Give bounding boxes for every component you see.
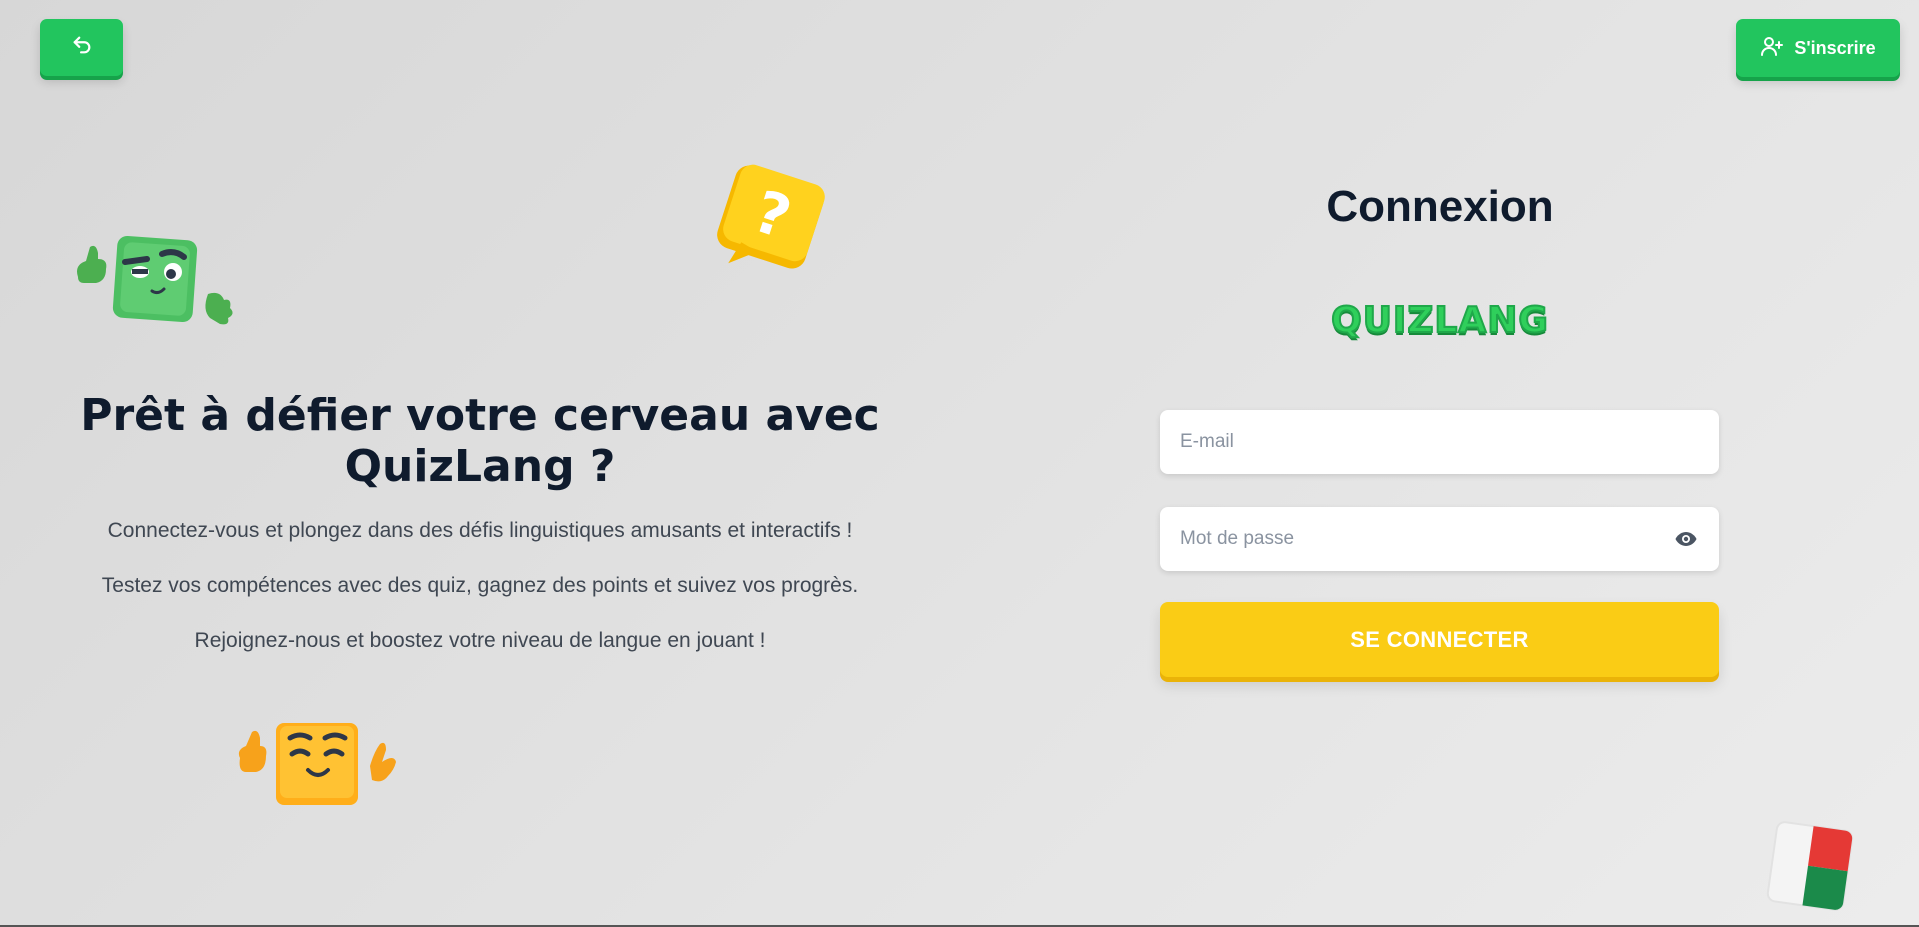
password-field[interactable] [1160,507,1719,571]
eye-icon[interactable] [1673,527,1699,556]
user-plus-icon [1760,34,1784,63]
hero-title: Prêt à défier votre cerveau avec QuizLan… [80,390,880,492]
password-input[interactable] [1160,507,1719,571]
login-submit-button[interactable]: SE CONNECTER [1160,602,1719,677]
madagascar-flag-icon[interactable] [1764,820,1856,917]
hero-section: Prêt à défier votre cerveau avec QuizLan… [60,390,900,681]
green-character-illustration [70,232,240,337]
smiling-character-illustration [230,718,406,813]
hero-paragraph: Rejoignez-nous et boostez votre niveau d… [194,629,766,652]
email-input[interactable] [1160,410,1719,474]
quizlang-logo: QUIZLANG [1330,299,1549,342]
undo-arrow-icon [71,34,93,61]
email-field[interactable] [1160,410,1719,474]
login-title: Connexion [1326,182,1554,231]
back-button[interactable] [40,19,123,76]
hero-paragraph: Testez vos compétences avec des quiz, ga… [101,574,859,597]
question-bubble-illustration: ? [708,164,830,291]
signup-button[interactable]: S'inscrire [1736,19,1900,77]
hero-paragraph: Connectez-vous et plongez dans des défis… [107,519,853,542]
signup-label: S'inscrire [1794,37,1876,58]
